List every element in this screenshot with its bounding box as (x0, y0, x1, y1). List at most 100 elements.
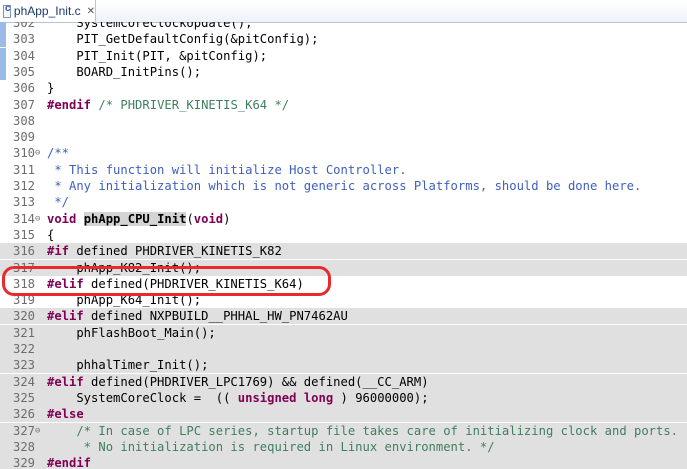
line-number: 324 (12, 374, 35, 389)
code-text: * No initialization is required in Linux… (47, 439, 495, 455)
code-line[interactable]: 320 #elif defined NXPBUILD__PHHAL_HW_PN74… (0, 308, 687, 325)
code-token: PIT_GetDefaultConfig(&pitConfig); (47, 32, 319, 47)
code-line[interactable]: 312 * Any initialization which is not ge… (0, 178, 687, 194)
line-number: 321 (12, 325, 35, 340)
code-line[interactable]: 307 #endif /* PHDRIVER_KINETIS_K64 */ (0, 97, 687, 113)
code-text: */ (47, 194, 69, 210)
code-line[interactable]: 321 phFlashBoot_Main(); (0, 324, 687, 341)
code-token: long (303, 390, 334, 405)
code-token: #endif (47, 456, 92, 469)
code-token: unsigned (237, 390, 297, 405)
line-number: 306 (12, 81, 35, 96)
code-token: defined(PHDRIVER_LPC1769) && defined(__C… (83, 374, 429, 389)
code-text: /* In case of LPC series, startup file t… (47, 423, 678, 439)
code-line[interactable]: 323 phhalTimer_Init(); (0, 357, 687, 374)
code-line[interactable]: 310 ⊖/** (0, 145, 687, 161)
line-number: 327 (12, 423, 35, 438)
code-line[interactable]: 304 PIT_Init(PIT, &pitConfig); (0, 47, 687, 64)
line-number: 315 (12, 227, 35, 242)
code-line[interactable]: 328 * No initialization is required in L… (0, 438, 687, 455)
code-token: #elif (47, 309, 84, 324)
code-text: phFlashBoot_Main(); (47, 325, 216, 341)
c-file-icon (3, 3, 11, 18)
code-line[interactable]: 313 */ (0, 194, 687, 210)
code-token: SystemCoreClockUpdate(); (47, 22, 253, 30)
code-token: /** (47, 146, 70, 161)
change-marker (0, 63, 6, 80)
code-token: #if (47, 244, 70, 259)
line-number: 308 (12, 113, 35, 128)
code-text: * Any initialization which is not generi… (47, 178, 641, 194)
code-line[interactable]: 329 #endif (0, 455, 687, 469)
code-text: * This function will initialize Host Con… (47, 162, 406, 178)
line-number: 303 (12, 32, 35, 47)
code-token: /* PHDRIVER_KINETIS_K64 */ (91, 97, 290, 112)
code-text: #elif defined(PHDRIVER_LPC1769) && defin… (47, 374, 429, 390)
close-icon[interactable]: ✕ (87, 6, 95, 17)
line-number: 325 (12, 390, 35, 405)
code-token: /* In case of LPC series, startup file t… (47, 423, 679, 438)
line-number: 305 (12, 64, 35, 79)
tab-phapp-init-c[interactable]: phApp_Init.c ✕ (0, 0, 96, 22)
code-text: SystemCoreClockUpdate(); (47, 22, 252, 31)
line-number: 311 (12, 162, 35, 177)
code-text: void phApp_CPU_Init(void) (47, 211, 230, 227)
code-line[interactable]: 311 * This function will initialize Host… (0, 162, 687, 178)
line-number: 314 (12, 211, 35, 226)
code-token: #endif (47, 97, 92, 112)
code-token: #elif (47, 374, 84, 389)
line-number: 328 (12, 439, 35, 454)
code-line[interactable]: 302 SystemCoreClockUpdate(); (0, 22, 687, 31)
line-number: 326 (12, 407, 35, 422)
code-editor[interactable]: 302 SystemCoreClockUpdate(); 303 PIT_GetD… (0, 22, 687, 469)
code-token: * No initialization is required in Linux… (47, 439, 495, 454)
code-line[interactable]: 303 PIT_GetDefaultConfig(&pitConfig); (0, 31, 687, 48)
code-token: { (47, 227, 55, 242)
code-text: #endif (47, 455, 91, 469)
code-line[interactable]: 326 #else (0, 406, 687, 423)
code-token: PIT_Init(PIT, &pitConfig); (47, 48, 268, 63)
tab-title: phApp_Init.c (13, 4, 81, 18)
code-line[interactable]: 327 ⊖ /* In case of LPC series, startup f… (0, 422, 687, 439)
code-token: BOARD_InitPins(); (47, 64, 202, 79)
code-text: } (47, 80, 54, 96)
code-token: ) (223, 211, 231, 226)
editor-tab-bar: phApp_Init.c ✕ (0, 0, 687, 23)
code-line[interactable]: 309 (0, 129, 687, 145)
code-text: phhalTimer_Init(); (47, 357, 208, 373)
code-line[interactable]: 315 { (0, 227, 687, 243)
code-token: void (193, 211, 224, 226)
code-line[interactable]: 305 BOARD_InitPins(); (0, 63, 687, 80)
code-line[interactable]: 308 (0, 113, 687, 129)
line-number: 322 (12, 342, 35, 356)
code-token: } (47, 81, 55, 96)
code-text: BOARD_InitPins(); (47, 64, 201, 80)
line-number: 309 (12, 130, 35, 145)
code-line[interactable]: 322 (0, 341, 687, 357)
code-text: #elif defined NXPBUILD__PHHAL_HW_PN7462A… (47, 308, 348, 324)
line-number: 304 (12, 48, 35, 63)
code-line[interactable]: 324 #elif defined(PHDRIVER_LPC1769) && de… (0, 373, 687, 390)
code-token: */ (47, 195, 70, 210)
change-marker (0, 31, 6, 48)
code-text: #endif /* PHDRIVER_KINETIS_K64 */ (47, 97, 289, 113)
code-token: SystemCoreClock = (( (47, 390, 238, 405)
code-token: defined NXPBUILD__PHHAL_HW_PN7462AU (83, 309, 348, 324)
code-text: { (47, 227, 54, 243)
code-line[interactable]: 316 #if defined PHDRIVER_KINETIS_K82 (0, 243, 687, 260)
change-marker (0, 22, 6, 31)
code-line[interactable]: 314 ⊖ void phApp_CPU_Init(void) (0, 211, 687, 227)
code-text: PIT_GetDefaultConfig(&pitConfig); (47, 31, 319, 47)
code-line[interactable]: 306} (0, 80, 687, 96)
fold-toggle-icon[interactable]: ⊖ (35, 145, 45, 161)
fold-toggle-icon[interactable]: ⊖ (35, 211, 45, 227)
code-line[interactable]: 325 SystemCoreClock = (( unsigned long )… (0, 389, 687, 406)
code-token: phFlashBoot_Main(); (47, 325, 216, 340)
line-number: 313 (12, 195, 35, 210)
code-text: PIT_Init(PIT, &pitConfig); (47, 48, 267, 64)
line-number: 323 (12, 358, 35, 373)
code-text: SystemCoreClock = (( unsigned long ) 960… (47, 390, 428, 406)
fold-toggle-icon[interactable]: ⊖ (35, 423, 45, 439)
code-token: void (47, 211, 77, 226)
